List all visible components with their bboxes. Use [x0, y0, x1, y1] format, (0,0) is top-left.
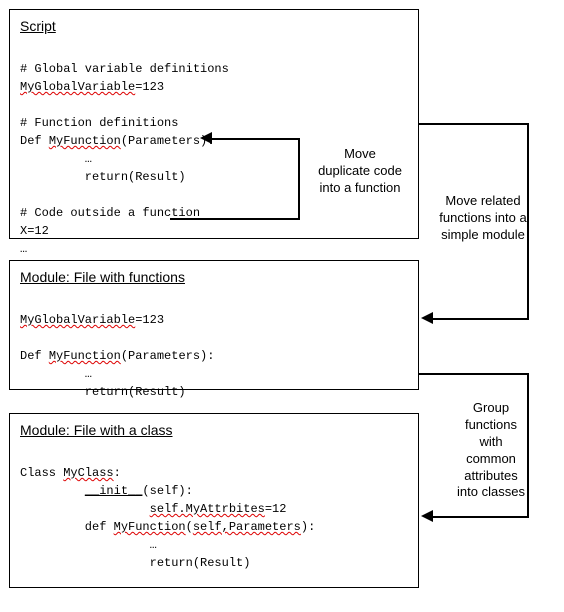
end-ellipsis: … [20, 242, 27, 256]
ra2-l2: functions [465, 417, 517, 432]
inner-arrow-shaft-b [170, 218, 300, 220]
m2-func-params: (Parameters): [121, 349, 215, 363]
m3-dots: … [20, 538, 157, 552]
m3-init-params: (self): [142, 484, 192, 498]
m2-return: return(Result) [20, 385, 186, 399]
ra2-l6: into classes [457, 484, 525, 499]
ra2-l4: common [466, 451, 516, 466]
module-class-title: Module: File with a class [20, 422, 408, 438]
x-line: X=12 [20, 224, 49, 238]
m3-attr-val: =12 [265, 502, 287, 516]
m3-init-indent [20, 484, 85, 498]
m3-func-params-squig: self,Parameters [193, 520, 301, 534]
inner-anno-l3: into a function [320, 180, 401, 195]
comment-funcdefs: # Function definitions [20, 116, 178, 130]
m3-attr-indent [20, 502, 150, 516]
m2-dots: … [20, 367, 92, 381]
right-anno-1: Move related functions into a simple mod… [428, 193, 538, 244]
arrow2-head [421, 510, 433, 522]
m2-global-name: MyGlobalVariable [20, 313, 135, 327]
m3-class-kw: Class [20, 466, 63, 480]
m3-class-colon: : [114, 466, 121, 480]
inner-arrow-shaft-h [210, 138, 300, 140]
m3-func-end: ): [301, 520, 315, 534]
module-funcs-code: MyGlobalVariable=123 Def MyFunction(Para… [20, 293, 408, 419]
module-functions-box: Module: File with functions MyGlobalVari… [9, 260, 419, 390]
inner-anno-l2: duplicate code [318, 163, 402, 178]
script-title: Script [20, 18, 408, 34]
comment-globals: # Global variable definitions [20, 62, 229, 76]
ra1-l1: Move related [445, 193, 520, 208]
global-var-val: =123 [135, 80, 164, 94]
ra2-l5: attributes [464, 468, 517, 483]
ra2-l3: with [479, 434, 502, 449]
arrow2-top-h [419, 373, 529, 375]
module-funcs-title: Module: File with functions [20, 269, 408, 285]
inner-annotation: Move duplicate code into a function [305, 146, 415, 197]
inner-anno-l1: Move [344, 146, 376, 161]
inner-arrow-head [200, 132, 212, 144]
m2-global-val: =123 [135, 313, 164, 327]
arrow1-bot-h [431, 318, 529, 320]
return-line: return(Result) [20, 170, 186, 184]
m3-func-name: MyFunction [114, 520, 186, 534]
module-class-code: Class MyClass: __init__(self): self.MyAt… [20, 446, 408, 590]
m3-init-name: __init__ [85, 484, 143, 498]
ellipsis-line: … [20, 152, 92, 166]
ra2-l1: Group [473, 400, 509, 415]
arrow1-head [421, 312, 433, 324]
script-box: Script # Global variable definitions MyG… [9, 9, 419, 239]
ra1-l2: functions into a [439, 210, 526, 225]
m3-return: return(Result) [20, 556, 250, 570]
right-anno-2: Group functions with common attributes i… [446, 400, 536, 501]
arrow1-top-h [419, 123, 529, 125]
m3-paren: ( [186, 520, 193, 534]
module-class-box: Module: File with a class Class MyClass:… [9, 413, 419, 588]
inner-arrow-shaft-v [298, 138, 300, 220]
m2-func-name: MyFunction [49, 349, 121, 363]
diagram-container: Script # Global variable definitions MyG… [8, 8, 556, 604]
ra1-l3: simple module [441, 227, 525, 242]
m2-def-kw: Def [20, 349, 49, 363]
global-var-name: MyGlobalVariable [20, 80, 135, 94]
m3-class-name: MyClass [63, 466, 113, 480]
def-keyword: Def [20, 134, 49, 148]
arrow2-bot-h [431, 516, 529, 518]
func-name: MyFunction [49, 134, 121, 148]
m3-def-kw: def [20, 520, 114, 534]
m3-attr-name: self.MyAttrbites [150, 502, 265, 516]
